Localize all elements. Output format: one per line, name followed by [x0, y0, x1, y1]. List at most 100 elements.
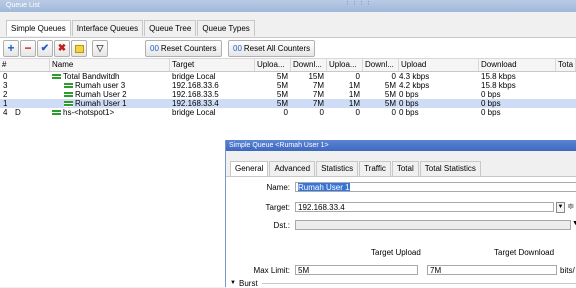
- max-limit-download-field[interactable]: 7M: [427, 265, 557, 275]
- col-upload-limit[interactable]: Uploa...: [327, 59, 363, 71]
- cell-num: 2: [3, 90, 8, 99]
- target-field[interactable]: 192.168.33.4: [295, 202, 554, 212]
- dialog-tab-traffic[interactable]: Traffic: [359, 161, 391, 176]
- dialog-tab-advanced[interactable]: Advanced: [269, 161, 316, 176]
- cell-c2: 7M: [312, 81, 324, 90]
- cell-target: 192.168.33.5: [172, 90, 219, 99]
- enable-button[interactable]: ✔: [37, 40, 53, 57]
- target-dropdown-icon[interactable]: ▼: [556, 202, 565, 213]
- filter-button[interactable]: ▽: [92, 40, 108, 57]
- cell-c1: 0: [283, 108, 288, 117]
- table-row[interactable]: 4 Dhs-<hotspot1> bridge Local 0 0 0 0 0 bps 0 bp…: [0, 108, 576, 117]
- cell-c1: 5M: [276, 99, 288, 108]
- tab-simple-queues[interactable]: Simple Queues: [6, 20, 71, 36]
- dst-dropdown-icon[interactable]: ▼: [572, 220, 576, 227]
- col-download-limit[interactable]: Downl...: [363, 59, 399, 71]
- cell-download: 0 bps: [481, 90, 501, 99]
- cell-c3: 1M: [348, 99, 360, 108]
- resize-grip: ⋮⋮⋮⋮: [344, 0, 372, 6]
- reset-counters-button[interactable]: 00 Reset Counters: [145, 40, 222, 57]
- remove-button[interactable]: −: [20, 40, 36, 57]
- table-header: # Name Target Uploa... Downl... Uploa...…: [0, 59, 576, 72]
- burst-divider: [262, 283, 576, 284]
- queue-icon: [64, 100, 73, 107]
- name-field[interactable]: Rumah User 1: [295, 182, 576, 192]
- cell-download: 0 bps: [481, 99, 501, 108]
- disable-button[interactable]: ✖: [54, 40, 70, 57]
- toolbar: + − ✔ ✖ ▽ 00 Reset Counters 00 Reset All C…: [0, 37, 576, 59]
- name-value: Rumah User 1: [298, 183, 350, 192]
- dialog-tabs: General Advanced Statistics Traffic Tota…: [230, 161, 482, 176]
- dialog-title: Simple Queue <Rumah User 1>: [226, 140, 576, 151]
- queue-icon: [52, 73, 61, 80]
- reset-icon: 00: [150, 44, 159, 53]
- cell-target: 192.168.33.6: [172, 81, 219, 90]
- table-row[interactable]: 2 Rumah User 2 192.168.33.5 5M 7M 1M 5M 0 bps 0 …: [0, 90, 576, 99]
- tab-queue-tree[interactable]: Queue Tree: [144, 20, 197, 36]
- dialog-tab-total-statistics[interactable]: Total Statistics: [419, 161, 481, 176]
- target-download-label: Target Download: [494, 248, 555, 257]
- burst-collapse-icon[interactable]: ▼: [230, 280, 236, 286]
- cell-upload: 4.3 kbps: [399, 72, 430, 81]
- cell-c2: 0: [319, 108, 324, 117]
- queue-name-cell: Rumah User 1: [52, 99, 170, 108]
- queue-icon: [52, 109, 61, 116]
- cell-c3: 0: [355, 108, 360, 117]
- dialog-tab-general[interactable]: General: [230, 161, 269, 176]
- cell-c3: 1M: [348, 81, 360, 90]
- cell-download: 0 bps: [481, 108, 501, 117]
- dialog-general-panel: Name: Rumah User 1 Target: 192.168.33.4 …: [226, 176, 576, 288]
- cell-upload: 0 bps: [399, 90, 419, 99]
- cell-flag: [15, 72, 25, 81]
- target-label: Target:: [265, 203, 290, 212]
- table-row[interactable]: 3 Rumah user 3 192.168.33.6 5M 7M 1M 5M 4.2 kbp…: [0, 81, 576, 90]
- plus-icon: +: [7, 41, 15, 55]
- simple-queue-dialog: Simple Queue <Rumah User 1> General Adva…: [225, 140, 576, 288]
- cell-c1: 5M: [276, 90, 288, 99]
- col-name[interactable]: Name: [50, 59, 170, 71]
- cell-c4: 0: [391, 108, 396, 117]
- check-icon: ✔: [40, 43, 50, 54]
- cell-c1: 5M: [276, 72, 288, 81]
- table-row[interactable]: 1 Rumah User 1 192.168.33.4 5M 7M 1M 5M 0 bps 0 …: [0, 99, 576, 108]
- cell-num: 3: [3, 81, 8, 90]
- reset-all-counters-button[interactable]: 00 Reset All Counters: [228, 40, 316, 57]
- col-upload[interactable]: Upload: [399, 59, 479, 71]
- cell-c4: 5M: [384, 90, 396, 99]
- cell-upload: 0 bps: [399, 108, 419, 117]
- cell-c3: 1M: [348, 90, 360, 99]
- cell-flag: D: [15, 108, 21, 117]
- cell-target: bridge Local: [172, 72, 216, 81]
- cell-c4: 5M: [384, 99, 396, 108]
- queue-name-cell: hs-<hotspot1>: [52, 108, 170, 117]
- table-row[interactable]: 0 Total Bandwitdh bridge Local 5M 15M 0 0 4.3 k…: [0, 72, 576, 81]
- dialog-tab-statistics[interactable]: Statistics: [316, 161, 359, 176]
- max-limit-label: Max Limit:: [253, 266, 290, 275]
- dst-field[interactable]: [295, 220, 571, 230]
- cross-icon: ✖: [57, 43, 67, 54]
- cell-c3: 0: [355, 72, 360, 81]
- tab-queue-types[interactable]: Queue Types: [197, 20, 255, 36]
- queue-name-cell: Rumah User 2: [52, 90, 170, 99]
- queue-name-cell: Total Bandwitdh: [52, 72, 170, 81]
- col-download[interactable]: Download: [479, 59, 556, 71]
- col-download-max[interactable]: Downl...: [291, 59, 327, 71]
- reset-icon: 00: [233, 44, 242, 53]
- cell-download: 15.8 kbps: [481, 81, 516, 90]
- col-upload-max[interactable]: Uploa...: [255, 59, 291, 71]
- dialog-tab-total[interactable]: Total: [391, 161, 419, 176]
- tab-interface-queues[interactable]: Interface Queues: [71, 20, 144, 36]
- max-limit-upload-field[interactable]: 5M: [295, 265, 418, 275]
- comment-button[interactable]: [71, 40, 87, 57]
- col-total[interactable]: Tota: [556, 59, 576, 71]
- name-label: Name:: [266, 183, 290, 192]
- col-target[interactable]: Target: [170, 59, 255, 71]
- add-target-icon[interactable]: ≑: [567, 201, 575, 212]
- cell-c4: 5M: [384, 81, 396, 90]
- cell-c2: 15M: [308, 72, 324, 81]
- main-tabs: Simple Queues Interface Queues Queue Tre…: [6, 20, 256, 36]
- col-number[interactable]: #: [0, 59, 50, 71]
- window-title: Queue List: [0, 0, 576, 12]
- cell-num: 4: [3, 108, 8, 117]
- add-button[interactable]: +: [3, 40, 19, 57]
